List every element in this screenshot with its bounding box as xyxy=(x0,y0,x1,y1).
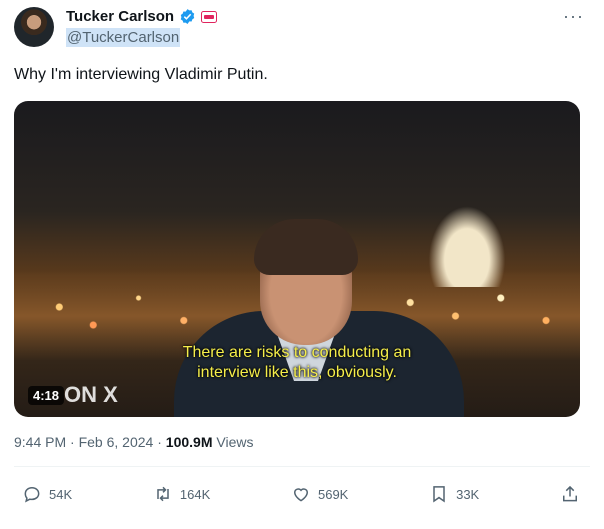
reply-button[interactable]: 54K xyxy=(22,484,72,504)
author-name-row: Tucker Carlson xyxy=(66,8,218,25)
action-bar: 54K 164K 569K 33K xyxy=(22,484,580,504)
share-icon xyxy=(562,485,577,502)
caption-line-1: There are risks to conducting an xyxy=(182,344,412,361)
views-count[interactable]: 100.9M xyxy=(166,434,213,450)
tweet-date[interactable]: Feb 6, 2024 xyxy=(79,434,154,450)
reply-count: 54K xyxy=(49,486,73,502)
author-display-name[interactable]: Tucker Carlson xyxy=(66,8,174,25)
person-hair xyxy=(254,219,358,275)
share-button[interactable] xyxy=(560,484,580,504)
meta-separator: · xyxy=(70,434,75,450)
more-options-icon[interactable]: ··· xyxy=(563,6,584,27)
video-player[interactable]: There are risks to conducting an intervi… xyxy=(14,101,580,417)
reply-icon xyxy=(24,486,40,503)
bookmark-button[interactable]: 33K xyxy=(429,484,479,504)
video-duration: 4:18 xyxy=(28,386,65,405)
verified-badge-icon[interactable] xyxy=(179,8,196,25)
tweet-meta: 9:44 PM · Feb 6, 2024 · 100.9M Views xyxy=(14,434,253,450)
on-x-logo: ON X xyxy=(64,382,118,407)
like-button[interactable]: 569K xyxy=(291,484,348,504)
repost-count: 164K xyxy=(179,486,211,502)
avatar[interactable] xyxy=(14,7,54,47)
meta-separator: · xyxy=(157,434,162,450)
tweet-time[interactable]: 9:44 PM xyxy=(14,434,66,450)
author-handle[interactable]: @TuckerCarlson xyxy=(66,28,181,47)
bookmark-count: 33K xyxy=(456,486,480,502)
video-caption: There are risks to conducting an intervi… xyxy=(14,343,580,383)
bookmark-icon xyxy=(433,486,445,503)
divider xyxy=(14,466,590,467)
cathedral-background xyxy=(422,197,512,287)
heart-icon xyxy=(293,488,308,502)
repost-button[interactable]: 164K xyxy=(153,484,210,504)
views-label: Views xyxy=(216,434,254,450)
author-handle-text[interactable]: @TuckerCarlson xyxy=(66,28,181,47)
like-count: 569K xyxy=(317,486,349,502)
repost-icon xyxy=(157,486,169,502)
affiliation-badge-icon[interactable] xyxy=(201,10,218,23)
caption-line-2: interview like this, obviously. xyxy=(197,364,397,381)
tweet-text: Why I'm interviewing Vladimir Putin. xyxy=(14,66,268,83)
